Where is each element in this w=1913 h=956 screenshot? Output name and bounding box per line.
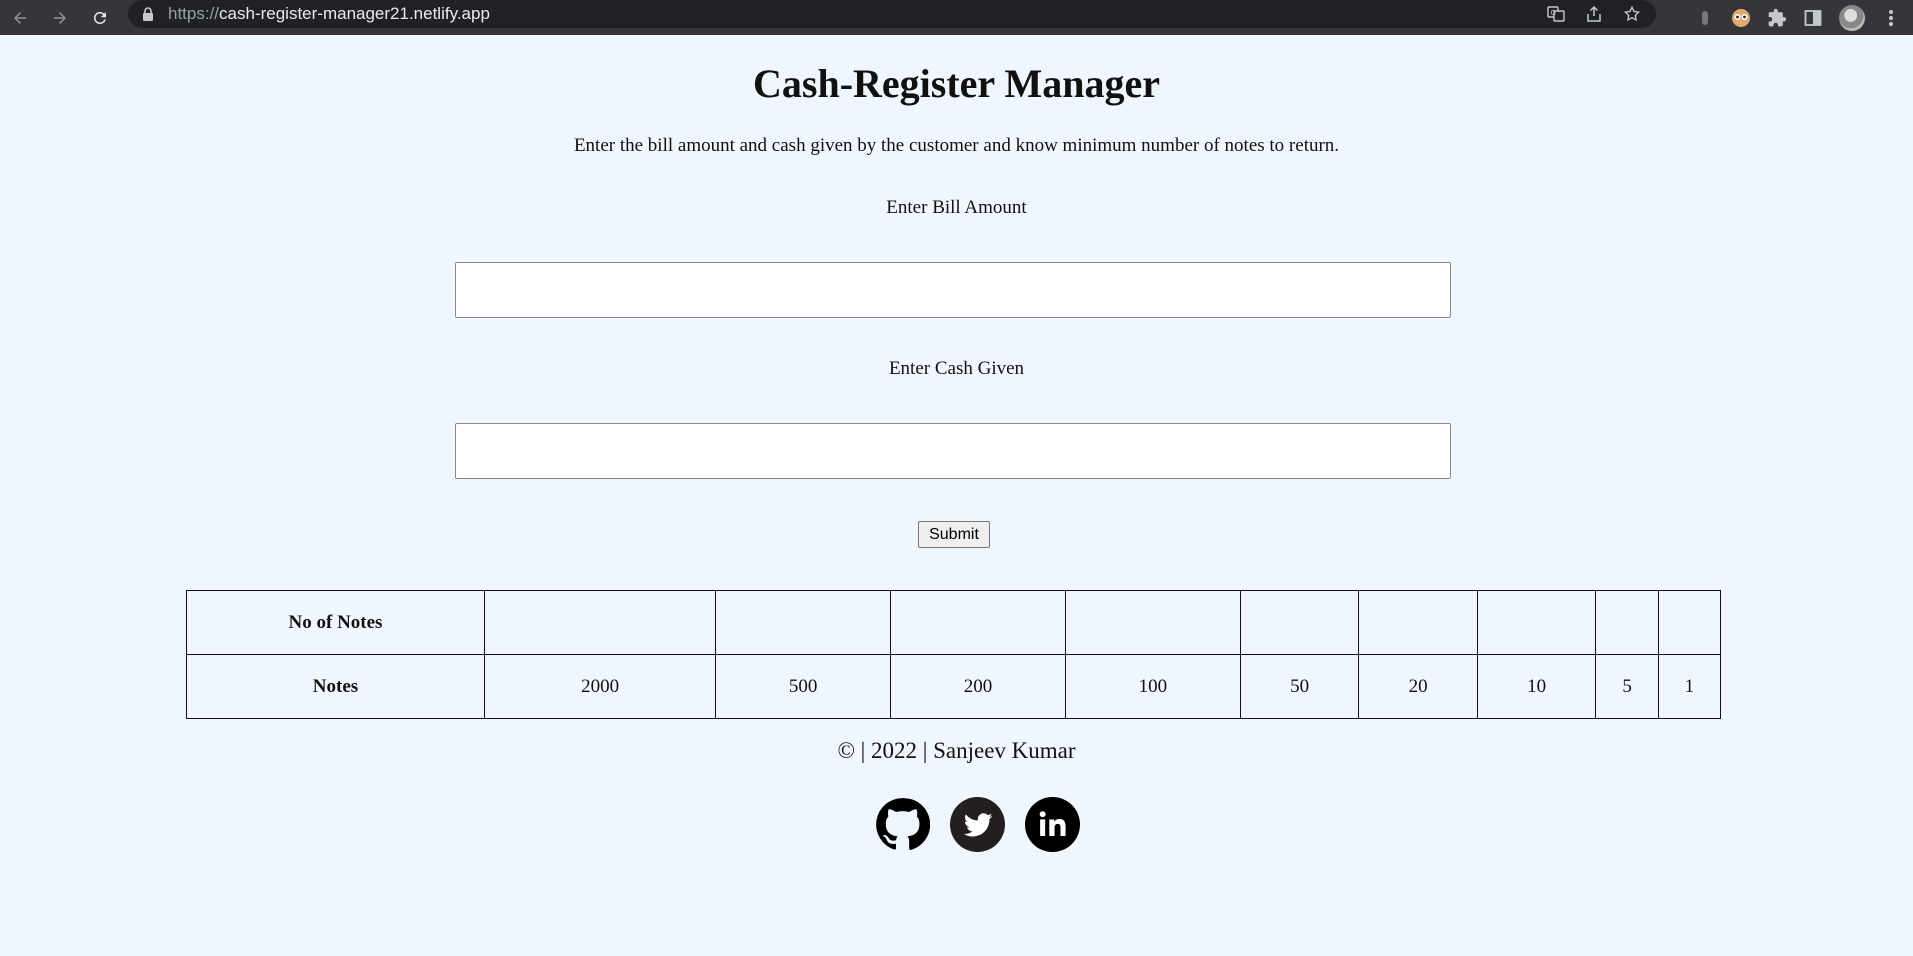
url-scheme: https:// <box>168 4 220 23</box>
linkedin-link[interactable] <box>1025 797 1080 852</box>
forward-arrow-icon <box>54 11 66 24</box>
back-arrow-icon <box>14 11 26 24</box>
svg-text:G: G <box>1551 9 1556 17</box>
url-host: cash-register-manager21.netlify.app <box>219 4 490 23</box>
note-count-cell <box>1476 590 1597 655</box>
reload-icon <box>93 11 106 24</box>
twitter-icon <box>950 797 1005 852</box>
note-value-cell: 5 <box>1595 654 1659 719</box>
note-value-cell: 100 <box>1064 654 1241 719</box>
browser-toolbar: https://cash-register-manager21.netlify.… <box>0 0 1913 35</box>
note-value-cell: 50 <box>1239 654 1360 719</box>
forward-button[interactable] <box>40 0 80 35</box>
page-title: Cash-Register Manager <box>753 61 1160 106</box>
reload-button[interactable] <box>80 0 120 35</box>
menu-kebab-icon[interactable] <box>1881 8 1901 28</box>
back-button[interactable] <box>0 0 40 35</box>
notes-header: Notes <box>186 654 485 719</box>
note-value-cell: 20 <box>1358 654 1478 719</box>
extension-owl-icon[interactable] <box>1731 8 1751 28</box>
puzzle-icon[interactable] <box>1767 8 1787 28</box>
side-panel-icon[interactable] <box>1803 8 1823 28</box>
cash-given-label: Enter Cash Given <box>888 358 1025 379</box>
note-value-cell: 2000 <box>483 654 717 719</box>
submit-button[interactable]: Submit <box>918 521 990 548</box>
lock-icon <box>142 7 156 21</box>
note-value-cell: 500 <box>715 654 892 719</box>
footer-copyright: © | 2022 | Sanjeev Kumar <box>837 738 1076 763</box>
note-value-cell: 200 <box>890 654 1066 719</box>
bill-amount-input[interactable] <box>455 262 1451 318</box>
twitter-link[interactable] <box>950 797 1005 852</box>
note-value-cell: 1 <box>1657 654 1722 719</box>
url-text: https://cash-register-manager21.netlify.… <box>168 4 490 24</box>
note-value-cell: 10 <box>1476 654 1597 719</box>
table-row-notes: Notes 2000 500 200 100 50 20 10 5 1 <box>186 654 1722 719</box>
note-count-cell <box>715 590 892 655</box>
bill-amount-label: Enter Bill Amount <box>886 197 1027 218</box>
share-icon[interactable] <box>1584 4 1604 24</box>
social-links <box>875 797 1080 852</box>
note-count-cell <box>1657 590 1722 655</box>
translate-icon[interactable]: G <box>1546 4 1566 24</box>
bookmark-star-icon[interactable] <box>1622 4 1642 24</box>
profile-avatar[interactable] <box>1839 4 1865 31</box>
note-count-cell <box>1358 590 1478 655</box>
note-count-cell <box>1595 590 1659 655</box>
note-count-cell <box>483 590 717 655</box>
note-count-cell <box>890 590 1066 655</box>
github-link[interactable] <box>875 797 930 852</box>
no-of-notes-header: No of Notes <box>186 590 485 655</box>
note-count-cell <box>1064 590 1241 655</box>
address-bar[interactable]: https://cash-register-manager21.netlify.… <box>128 0 1656 28</box>
linkedin-icon <box>1025 797 1080 852</box>
table-row-count: No of Notes <box>186 590 1722 655</box>
github-icon <box>876 798 930 850</box>
note-count-cell <box>1239 590 1360 655</box>
cash-given-input[interactable] <box>455 423 1451 479</box>
extension-icon[interactable] <box>1695 8 1715 28</box>
page-subtitle: Enter the bill amount and cash given by … <box>573 135 1340 156</box>
notes-table: No of Notes Notes 2000 500 200 100 50 20… <box>186 590 1722 719</box>
